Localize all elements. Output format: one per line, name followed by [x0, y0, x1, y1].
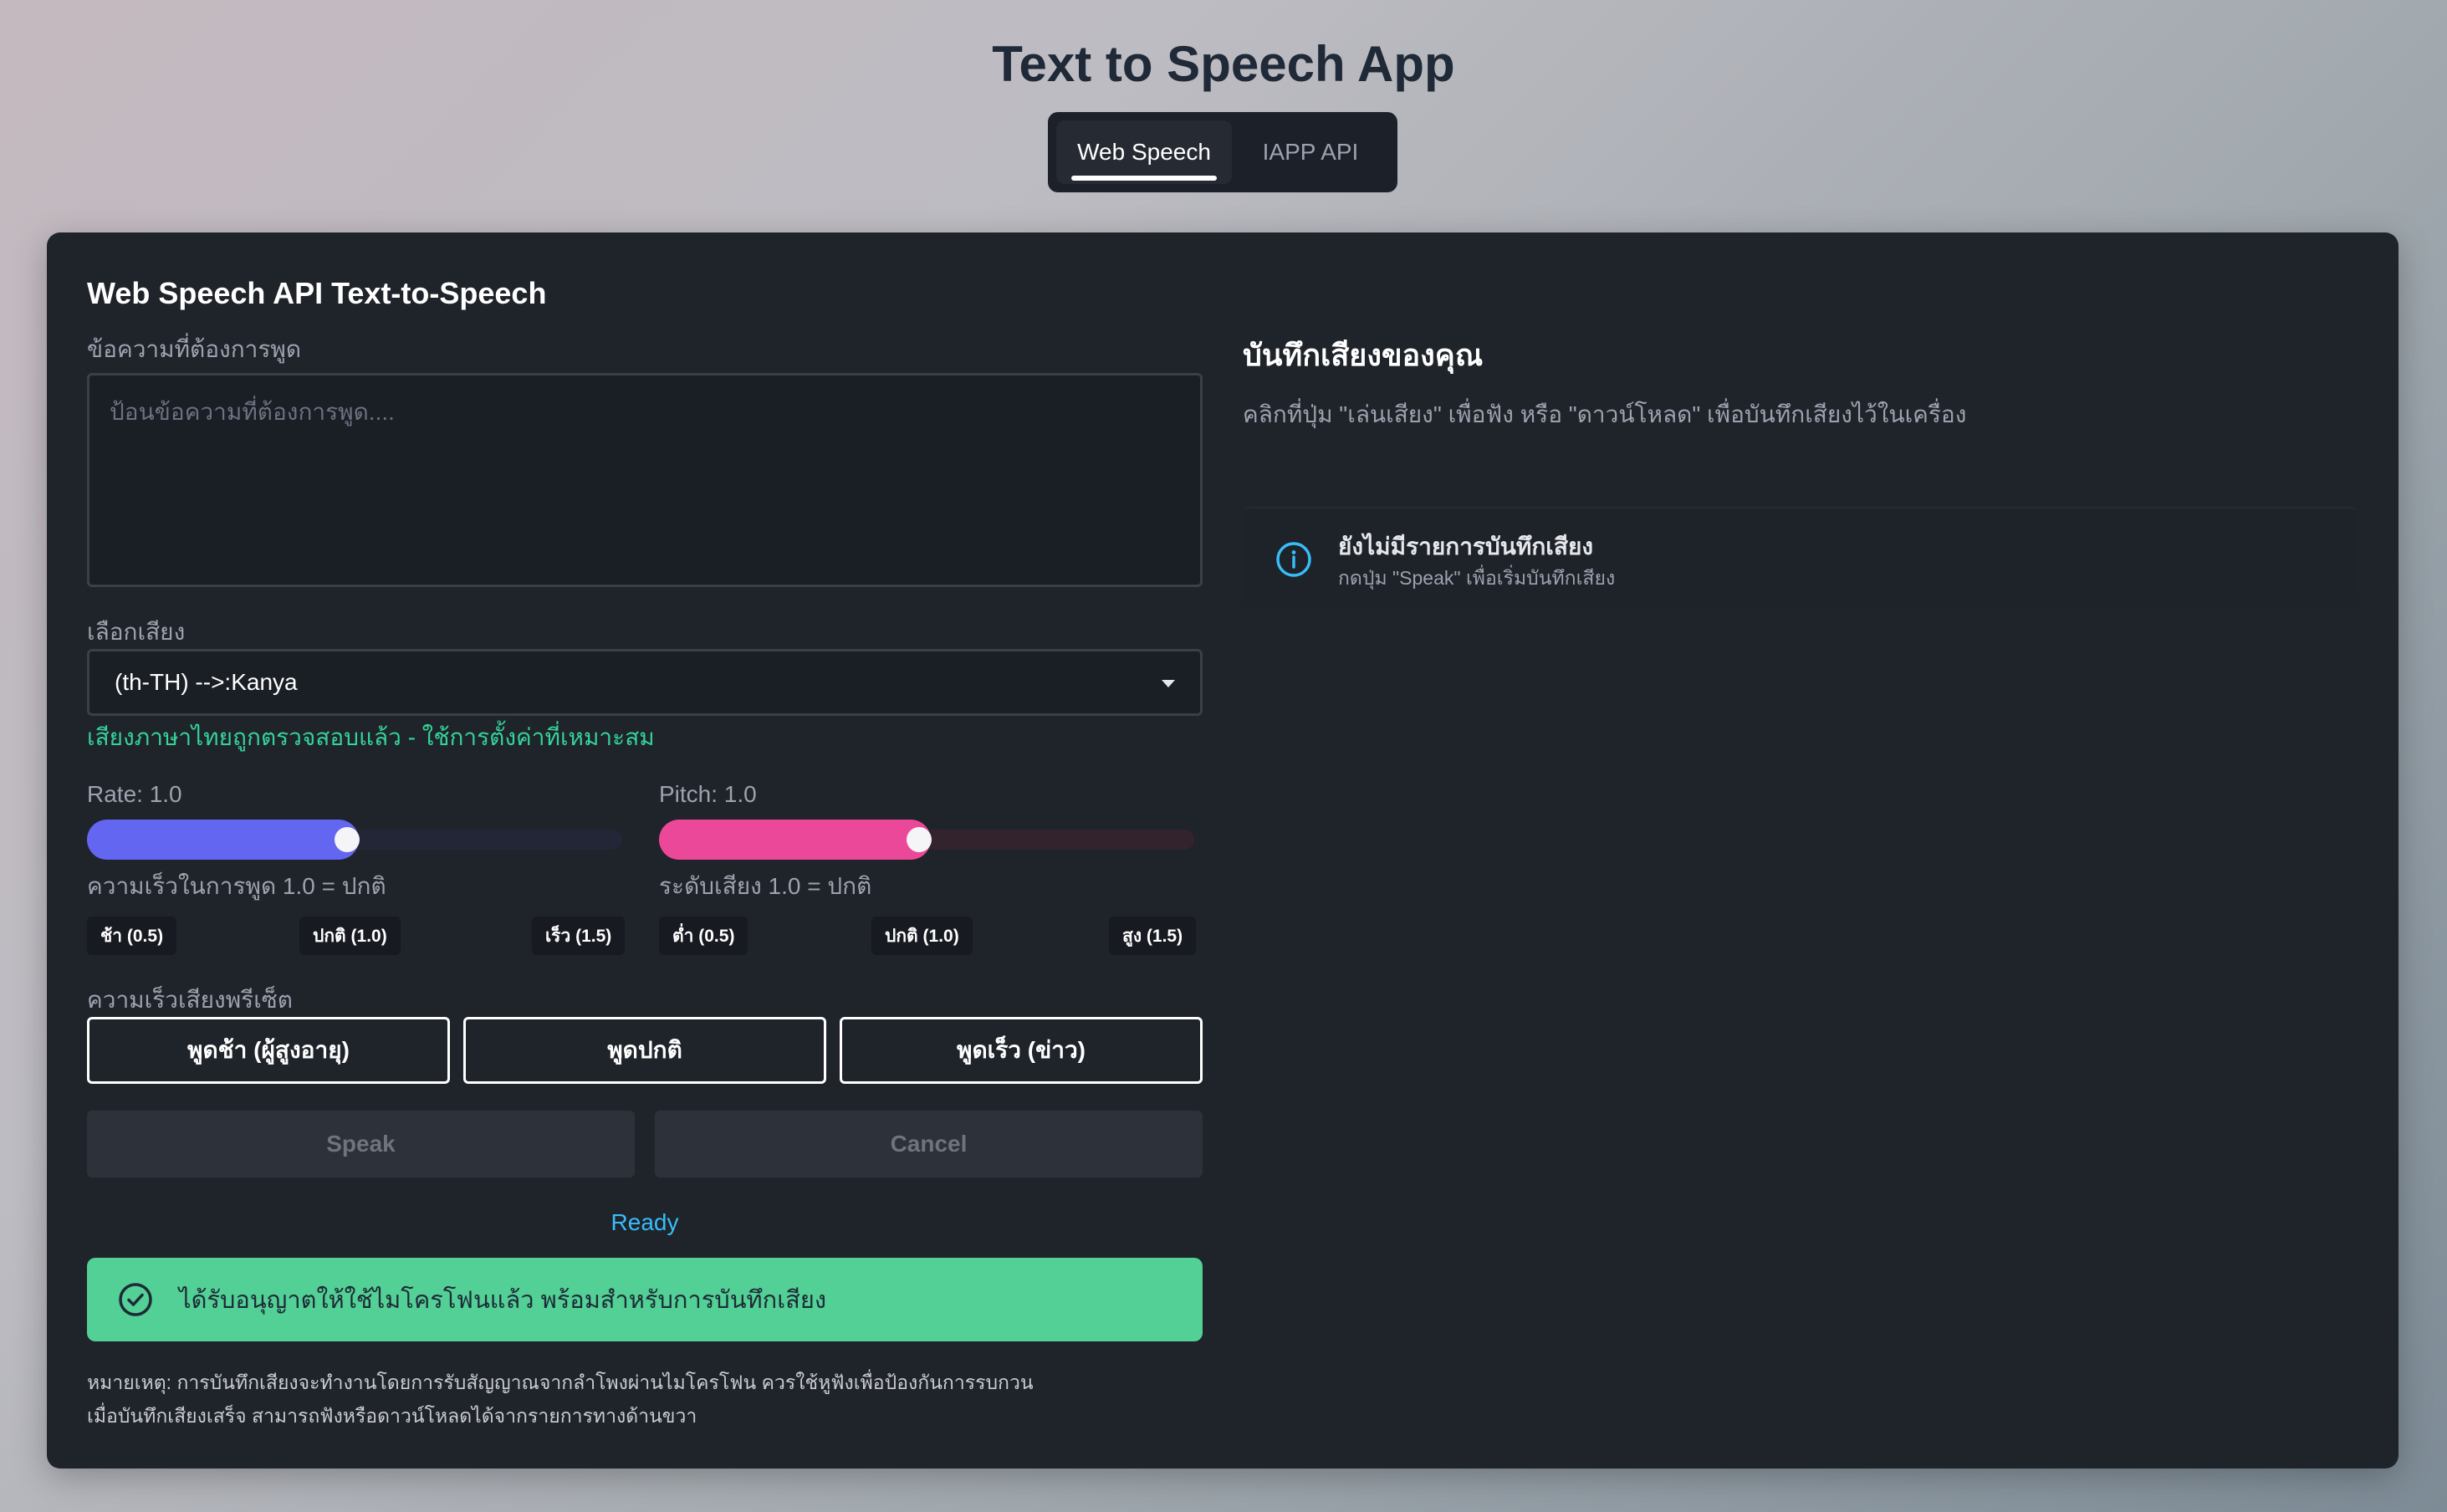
rate-tick-fast: เร็ว (1.5)	[532, 917, 626, 955]
rate-slider[interactable]	[87, 820, 622, 860]
recordings-empty-state: ยังไม่มีรายการบันทึกเสียง กดปุ่ม "Speak"…	[1243, 507, 2358, 607]
note-line-1: หมายเหตุ: การบันทึกเสียงจะทำงานโดยการรับ…	[87, 1372, 1034, 1393]
chevron-down-icon	[1162, 680, 1175, 687]
status-text: Ready	[610, 1209, 679, 1235]
recordings-title: บันทึกเสียงของคุณ	[1243, 338, 1484, 372]
microphone-permission-alert: ได้รับอนุญาตให้ใช้ไมโครโฟนแล้ว พร้อมสำหร…	[87, 1258, 1203, 1341]
rate-tick-slow: ช้า (0.5)	[87, 917, 177, 955]
speech-text-input[interactable]	[87, 373, 1203, 587]
info-icon	[1276, 542, 1311, 577]
voice-select-value: (th-TH) -->:Kanya	[115, 669, 298, 695]
check-circle-icon	[119, 1283, 152, 1316]
voice-status-text: เสียงภาษาไทยถูกตรวจสอบแล้ว - ใช้การตั้งค…	[87, 724, 655, 750]
rate-tick-normal: ปกติ (1.0)	[299, 917, 401, 955]
pitch-slider-fill	[659, 820, 931, 860]
app-title: Text to Speech App	[992, 36, 1455, 92]
alert-text: ได้รับอนุญาตให้ใช้ไมโครโฟนแล้ว พร้อมสำหร…	[179, 1287, 826, 1314]
preset-fast-button[interactable]: พูดเร็ว (ข่าว)	[840, 1017, 1203, 1084]
rate-slider-fill	[87, 820, 359, 860]
voice-select[interactable]: (th-TH) -->:Kanya	[87, 649, 1203, 716]
tab-iapp-api[interactable]: IAPP API	[1232, 120, 1389, 184]
rate-hint: ความเร็วในการพูด 1.0 = ปกติ	[87, 873, 386, 899]
main-panel: Web Speech API Text-to-Speech ข้อความที่…	[47, 232, 2398, 1469]
speak-button[interactable]: Speak	[87, 1111, 635, 1177]
mode-tabs: Web Speech IAPP API	[1048, 112, 1397, 192]
pitch-label: Pitch: 1.0	[659, 781, 757, 807]
pitch-tick-high: สูง (1.5)	[1109, 917, 1197, 955]
voice-select-label: เลือกเสียง	[87, 619, 186, 645]
rate-label: Rate: 1.0	[87, 781, 182, 807]
rate-slider-thumb[interactable]	[335, 827, 360, 852]
cancel-button[interactable]: Cancel	[655, 1111, 1203, 1177]
pitch-slider-thumb[interactable]	[907, 827, 932, 852]
pitch-tick-low: ต่ำ (0.5)	[659, 917, 748, 955]
pitch-hint: ระดับเสียง 1.0 = ปกติ	[659, 873, 872, 899]
note-line-2: เมื่อบันทึกเสียงเสร็จ สามารถฟังหรือดาวน์…	[87, 1405, 697, 1427]
preset-slow-button[interactable]: พูดช้า (ผู้สูงอายุ)	[87, 1017, 450, 1084]
preset-normal-button[interactable]: พูดปกติ	[463, 1017, 826, 1084]
tab-web-speech[interactable]: Web Speech	[1056, 120, 1232, 184]
panel-title: Web Speech API Text-to-Speech	[87, 276, 547, 310]
recordings-description: คลิกที่ปุ่ม "เล่นเสียง" เพื่อฟัง หรือ "ด…	[1243, 401, 1967, 427]
presets-label: ความเร็วเสียงพรีเซ็ต	[87, 987, 293, 1013]
empty-state-subtitle: กดปุ่ม "Speak" เพื่อเริ่มบันทึกเสียง	[1338, 567, 1616, 589]
empty-state-title: ยังไม่มีรายการบันทึกเสียง	[1338, 534, 1594, 559]
text-input-label: ข้อความที่ต้องการพูด	[87, 336, 302, 362]
pitch-slider[interactable]	[659, 820, 1194, 860]
pitch-tick-normal: ปกติ (1.0)	[871, 917, 973, 955]
